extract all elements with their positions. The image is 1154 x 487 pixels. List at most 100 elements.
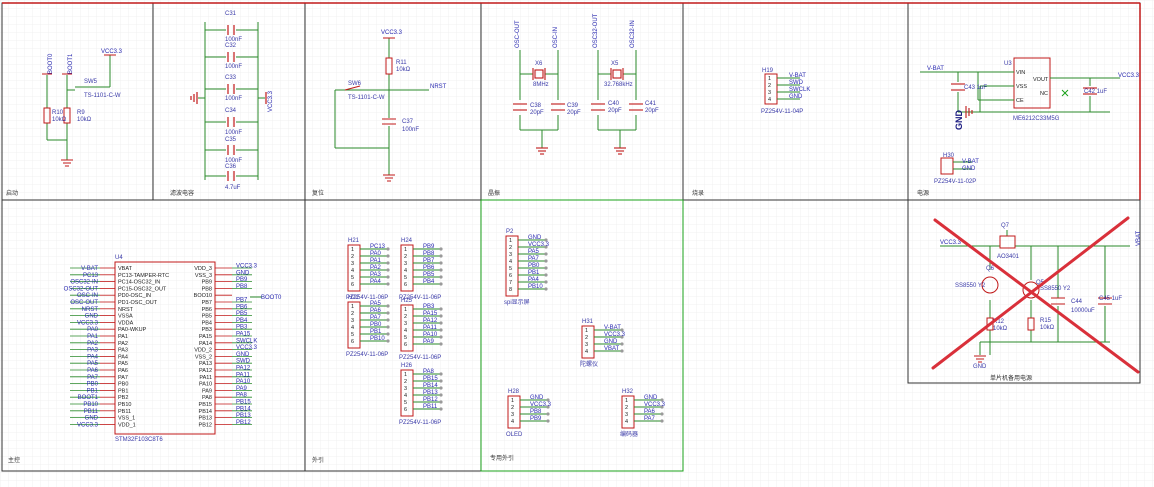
- c38-ref: C38: [530, 103, 542, 109]
- h19-ref: H19: [762, 68, 774, 74]
- mcu-right-pin: PA9: [202, 388, 212, 394]
- mcu-left-net: PA4: [87, 354, 99, 360]
- mcu-right-net: GND: [236, 352, 250, 358]
- mcu-left-net: GND: [85, 314, 99, 320]
- header-h31-pin-num: 4: [585, 349, 588, 355]
- mcu-right-net: PB4: [236, 318, 248, 324]
- header-h26-pin-num: 6: [404, 407, 407, 413]
- c40-val: 20pF: [608, 108, 622, 114]
- net-vcc-reset: VCC3.3: [381, 30, 403, 36]
- header-h24-net: PB7: [423, 258, 435, 264]
- header-h24-pin-num: 2: [404, 254, 407, 260]
- header-h26-pin-num: 1: [404, 372, 407, 378]
- header-p2-net: GND: [528, 235, 542, 241]
- mcu-right-net: SWD: [236, 359, 251, 365]
- header-h21-pin-num: 6: [351, 282, 354, 288]
- header-h25-ref: H25: [401, 298, 413, 304]
- mcu-right-pin: PA8: [202, 395, 212, 401]
- u3-pin-ce: CE: [1016, 98, 1024, 104]
- header-h32-pin-num: 3: [625, 412, 628, 418]
- mcu-right-net: SWCLK: [236, 338, 257, 344]
- mcu-left-net: V-BAT: [81, 266, 98, 272]
- header-h25-pin-num: 4: [404, 328, 407, 334]
- header-h24-net: PB5: [423, 272, 435, 278]
- header-p2-pin-num: 7: [509, 280, 512, 286]
- c32-ref: C32: [225, 43, 237, 49]
- header-h21-pin-num: 3: [351, 261, 354, 267]
- c33-ref: C33: [225, 75, 237, 81]
- mcu-left-pin: PA0-WKUP: [118, 327, 147, 333]
- header-p2-pin-num: 1: [509, 238, 512, 244]
- header-h31-part: 陀螺仪: [580, 360, 598, 368]
- section-title-boot: 启动: [6, 189, 18, 197]
- mcu-left-pin: VDDA: [118, 320, 134, 326]
- mcu-left-pin: PD1-OSC_OUT: [118, 300, 158, 306]
- header-h21-net: PA3: [370, 272, 382, 278]
- header-h21-net: PA4: [370, 279, 382, 285]
- backup-vcc: VCC3.3: [940, 240, 962, 246]
- header-h26-pin-num: 5: [404, 400, 407, 406]
- header-h31-pin-num: 3: [585, 342, 588, 348]
- header-h26-pin-num: 4: [404, 393, 407, 399]
- header-h31-ref: H31: [582, 319, 594, 325]
- mcu-left-net: VCC3.3: [77, 320, 99, 326]
- sw5-part: TS-1101-C-W: [84, 93, 121, 99]
- section-title-download: 烧录: [692, 189, 704, 197]
- h30-ref: H30: [943, 153, 955, 159]
- section-title-backup: 单片机备用电源: [990, 374, 1032, 382]
- mcu-left-pin: PC15-OSC32_OUT: [118, 286, 167, 292]
- c34-ref: C34: [225, 108, 237, 114]
- header-p2-net: PB0: [528, 263, 540, 269]
- u3-pin-vin: VIN: [1016, 70, 1025, 76]
- c42-label: C42 1uF: [1084, 89, 1107, 95]
- net-osc-in: OSC-IN: [553, 27, 559, 48]
- mcu-left-pin: PA4: [118, 354, 128, 360]
- c44-val: 10000uF: [1071, 308, 1095, 314]
- header-h24-pin-num: 6: [404, 282, 407, 288]
- net-nrst: NRST: [430, 84, 447, 90]
- header-h21-net: PA0: [370, 251, 382, 257]
- c32-val: 100nF: [225, 64, 242, 70]
- header-h25-pin-num: 1: [404, 307, 407, 313]
- header-h26-part: PZ254V-11-06P: [399, 420, 441, 426]
- mcu-left-net: GND: [85, 416, 99, 422]
- mcu-right-net: PB6: [236, 304, 248, 310]
- r9-val: 10kΩ: [77, 117, 92, 123]
- c37-ref: C37: [402, 119, 414, 125]
- section-title-ext: 外引: [312, 456, 324, 464]
- mcu-left-net: OSC32-IN: [70, 280, 98, 286]
- header-p2-pin-num: 4: [509, 259, 512, 265]
- header-h24-net: PB9: [423, 244, 435, 250]
- header-h28-net: GND: [530, 395, 544, 401]
- mcu-left-net: OSC32-OUT: [64, 286, 99, 292]
- c36-ref: C36: [225, 164, 237, 170]
- mcu-right-pin: PB7: [202, 300, 212, 306]
- net-osc32-out: OSC32-OUT: [593, 13, 599, 48]
- background-grid: [0, 0, 1154, 487]
- header-p2-net: PB10: [528, 284, 543, 290]
- header-h25-pin-num: 5: [404, 335, 407, 341]
- mcu-left-net: PA2: [87, 341, 99, 347]
- header-h32-part: 编码器: [620, 430, 638, 438]
- mcu-left-pin: PC14-OSC32_IN: [118, 280, 160, 286]
- header-p2-net: PA5: [528, 249, 540, 255]
- mcu-right-net: VCC3.3: [236, 264, 258, 270]
- mcu-left-net: OSC-OUT: [70, 300, 98, 306]
- header-h26-net: PB14: [423, 383, 438, 389]
- header-h22-net: PB1: [370, 329, 382, 335]
- mcu-left-net: VCC3.3: [77, 422, 99, 428]
- power-gnd: GND: [954, 110, 964, 131]
- header-p2-pin-num: 3: [509, 252, 512, 258]
- mcu-left-net: PB10: [83, 402, 98, 408]
- header-h32-pin-num: 4: [625, 419, 628, 425]
- u3-ref: U3: [1004, 61, 1012, 67]
- u3-pin-nc: NC: [1040, 91, 1048, 97]
- mcu-left-net: PA5: [87, 361, 99, 367]
- u3-pin-vout: VOUT: [1033, 77, 1049, 83]
- u4-part: STM32F103C8T6: [115, 437, 163, 443]
- header-h21-pin-num: 1: [351, 247, 354, 253]
- header-p2-net: PA4: [528, 277, 540, 283]
- r10-ref: R10: [52, 110, 64, 116]
- mcu-right-pin: PA11: [199, 375, 212, 381]
- net-boot1: BOOT1: [68, 53, 74, 74]
